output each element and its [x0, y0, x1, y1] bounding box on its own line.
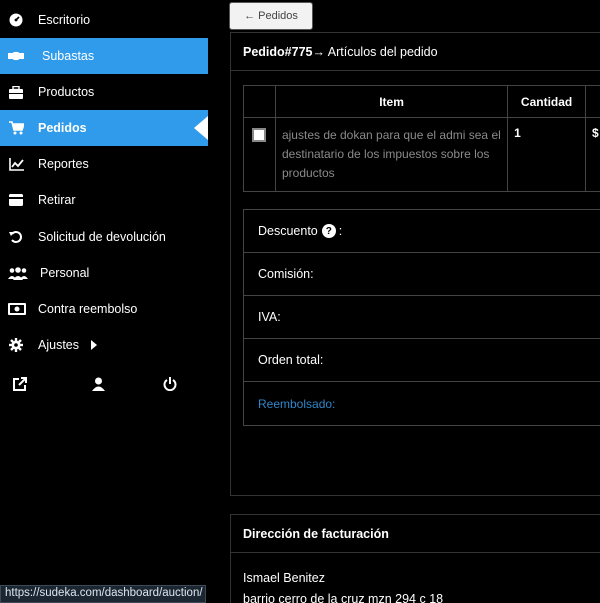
sidebar-item-pedidos[interactable]: Pedidos [0, 110, 208, 146]
order-items-table: Item Cantidad ajustes de dokan para que … [243, 85, 600, 192]
order-number: Pedido#775 [243, 44, 313, 59]
sidebar-item-escritorio[interactable]: Escritorio [0, 2, 208, 38]
sidebar-item-personal[interactable]: Personal [0, 255, 208, 291]
billing-title: Dirección de facturación [231, 515, 600, 553]
commission-label: Comisión: [258, 267, 314, 281]
chart-icon [8, 156, 24, 172]
item-name-cell: ajustes de dokan para que el admi sea el… [274, 117, 509, 192]
billing-address: barrio cerro de la cruz mzn 294 c 18 [243, 592, 444, 603]
cart-icon [8, 120, 24, 136]
order-items-panel: Pedido#775 → Artículos del pedido Item C… [230, 32, 600, 496]
caret-right-icon [91, 340, 97, 350]
row-select-cell [243, 117, 276, 192]
sidebar-item-label: Reportes [38, 157, 89, 171]
table-header-row: Item Cantidad [243, 85, 600, 118]
column-header-extra [585, 85, 600, 118]
external-link-icon[interactable] [12, 376, 28, 392]
panel-title: Pedido#775 → Artículos del pedido [231, 33, 600, 71]
billing-address-panel: Dirección de facturación Ismael Benitez … [230, 514, 600, 603]
quantity-cell: 1 [507, 117, 587, 192]
sidebar-item-solicitud-devolucion[interactable]: Solicitud de devolución [0, 219, 208, 255]
sidebar-item-subastas[interactable]: Subastas [0, 38, 208, 74]
refunded-label: Reembolsado: [258, 396, 336, 411]
back-to-orders-button[interactable]: ← Pedidos [229, 2, 313, 30]
users-icon [8, 265, 28, 281]
order-total-label: Orden total: [258, 353, 324, 367]
status-bar-url: https://sudeka.com/dashboard/auction/ [0, 585, 206, 603]
sidebar-item-label: Personal [40, 266, 90, 280]
vat-row: IVA: [244, 296, 600, 339]
sidebar-footer [0, 372, 208, 400]
billing-name: Ismael Benitez [243, 571, 325, 585]
sidebar-item-label: Subastas [42, 49, 95, 63]
power-icon[interactable] [162, 376, 178, 392]
briefcase-icon [8, 84, 24, 100]
user-icon[interactable] [90, 376, 106, 392]
sidebar: Escritorio Subastas Productos Pedidos Re… [0, 0, 208, 603]
discount-suffix: : [338, 224, 343, 238]
main-content: ← Pedidos Pedido#775 → Artículos del ped… [208, 0, 600, 603]
commission-row: Comisión: [244, 253, 600, 296]
row-checkbox[interactable] [252, 128, 267, 142]
sidebar-item-label: Retirar [38, 193, 76, 207]
sidebar-item-reportes[interactable]: Reportes [0, 146, 208, 182]
select-column-header [243, 85, 276, 118]
sidebar-item-productos[interactable]: Productos [0, 74, 208, 110]
sidebar-item-label: Pedidos [38, 121, 87, 135]
vat-label: IVA: [258, 310, 281, 324]
sidebar-item-label: Productos [38, 85, 95, 99]
active-indicator [194, 116, 208, 140]
column-header-item: Item [274, 85, 509, 118]
order-totals: Descuento ? : Comisión: IVA: Orden total… [243, 209, 600, 426]
sidebar-item-retirar[interactable]: Retirar [0, 182, 208, 218]
sidebar-item-label: Escritorio [38, 13, 91, 27]
wallet-icon [8, 192, 24, 208]
column-header-cantidad: Cantidad [507, 85, 587, 118]
table-row: ajustes de dokan para que el admi sea el… [243, 117, 600, 192]
sidebar-item-label: Ajustes [38, 338, 79, 352]
item-name: ajustes de dokan para que el admi sea el… [281, 128, 501, 180]
panel-subtitle: → Artículos del pedido [312, 44, 438, 59]
help-icon[interactable]: ? [321, 224, 336, 238]
gear-icon [8, 337, 24, 353]
sidebar-item-label: Contra reembolso [38, 302, 138, 316]
order-total-row: Orden total: [244, 339, 600, 382]
gavel-icon [8, 48, 24, 64]
sidebar-item-contra-reembolso[interactable]: Contra reembolso [0, 291, 208, 327]
discount-row: Descuento ? : [244, 210, 600, 253]
refunded-row: Reembolsado: [244, 382, 600, 425]
discount-label: Descuento [258, 224, 318, 238]
money-icon [8, 301, 26, 317]
sidebar-item-label: Solicitud de devolución [38, 230, 166, 244]
price-cell: $ [585, 117, 600, 192]
sidebar-item-ajustes[interactable]: Ajustes [0, 327, 208, 363]
undo-icon [8, 229, 24, 245]
dashboard-icon [8, 12, 24, 28]
